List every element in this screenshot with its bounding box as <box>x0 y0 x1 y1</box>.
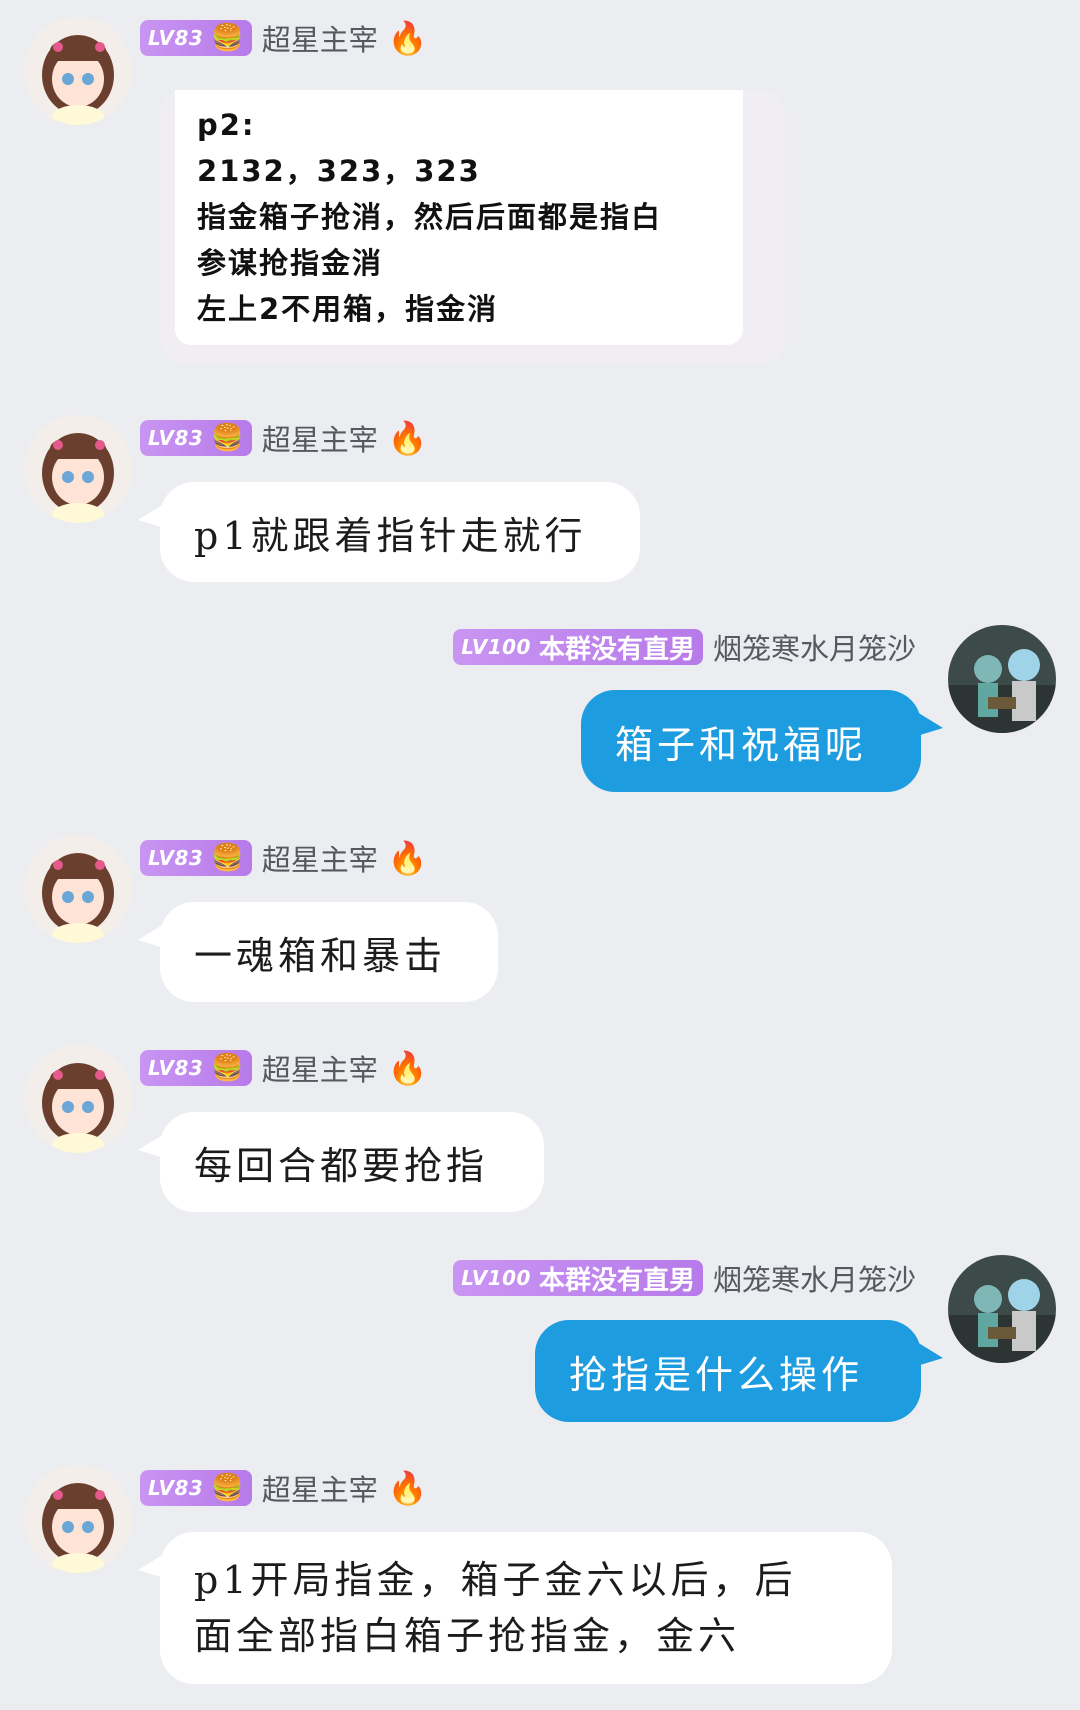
sender-name[interactable]: 烟笼寒水月笼沙 <box>713 626 916 668</box>
level-badge: LV100 本群没有直男 <box>453 1260 703 1296</box>
message-bubble[interactable]: p1开局指金，箱子金六以后，后 面全部指白箱子抢指金，金六 <box>138 1532 892 1684</box>
sender-meta: LV83 🍔 超星主宰 🔥 <box>140 838 428 878</box>
message-text: 一魂箱和暴击 <box>194 933 447 978</box>
level-badge: LV83 🍔 <box>140 420 252 456</box>
level-label: LV83 <box>148 846 204 870</box>
burger-icon: 🍔 <box>211 423 244 453</box>
message-text: 抢指是什么操作 <box>569 1352 864 1397</box>
fire-icon: 🔥 <box>387 839 428 877</box>
level-label: LV83 <box>148 1476 204 1500</box>
level-label: LV100 <box>461 635 531 659</box>
level-badge: LV83 🍔 <box>140 1050 252 1086</box>
sender-name[interactable]: 超星主宰 <box>262 17 378 59</box>
avatar-right-user[interactable] <box>948 1255 1056 1363</box>
burger-icon: 🍔 <box>211 843 244 873</box>
card-line: 2132，323，323 <box>197 154 481 188</box>
anime-girl-avatar-icon <box>24 1045 132 1153</box>
message-bubble[interactable]: p1就跟着指针走就行 <box>138 482 640 582</box>
avatar-left-user[interactable] <box>24 1465 132 1573</box>
sender-meta: LV83 🍔 超星主宰 🔥 <box>140 1468 428 1508</box>
avatar-left-user[interactable] <box>24 415 132 523</box>
burger-icon: 🍔 <box>211 23 244 53</box>
fire-icon: 🔥 <box>387 1049 428 1087</box>
level-label: LV83 <box>148 26 204 50</box>
message-bubble[interactable]: 抢指是什么操作 <box>535 1320 943 1422</box>
card-line: 参谋抢指金消 <box>197 246 384 280</box>
message-bubble[interactable]: 一魂箱和暴击 <box>138 902 498 1002</box>
bubble-tail <box>917 1342 943 1366</box>
sender-name[interactable]: 超星主宰 <box>262 837 378 879</box>
bubble-tail <box>917 712 943 736</box>
level-badge: LV83 🍔 <box>140 1470 252 1506</box>
sender-meta: LV83 🍔 超星主宰 🔥 <box>140 418 428 458</box>
sender-name[interactable]: 超星主宰 <box>262 1047 378 1089</box>
sender-meta: LV100 本群没有直男 烟笼寒水月笼沙 <box>390 627 916 667</box>
burger-icon: 🍔 <box>211 1473 244 1503</box>
sender-meta: LV100 本群没有直男 烟笼寒水月笼沙 <box>390 1258 916 1298</box>
avatar-left-user[interactable] <box>24 1045 132 1153</box>
avatar-left-user[interactable] <box>24 835 132 943</box>
message-text: p1就跟着指针走就行 <box>194 513 587 558</box>
sender-meta: LV83 🍔 超星主宰 🔥 <box>140 1048 428 1088</box>
bubble-tail <box>138 924 164 948</box>
badge-title: 本群没有直男 <box>538 1265 695 1296</box>
fire-icon: 🔥 <box>387 419 428 457</box>
sender-name[interactable]: 烟笼寒水月笼沙 <box>713 1257 916 1299</box>
message-bubble[interactable]: 每回合都要抢指 <box>138 1112 544 1212</box>
bubble-tail <box>138 1134 164 1158</box>
avatar-right-user[interactable] <box>948 625 1056 733</box>
anime-girl-avatar-icon <box>24 17 132 125</box>
sender-meta: LV83 🍔 超星主宰 🔥 <box>140 18 428 58</box>
fire-icon: 🔥 <box>387 1469 428 1507</box>
sender-name[interactable]: 超星主宰 <box>262 417 378 459</box>
bubble-tail <box>138 504 164 528</box>
message-text-block: p1开局指金，箱子金六以后，后 面全部指白箱子抢指金，金六 <box>194 1552 797 1664</box>
message-text: 箱子和祝福呢 <box>615 722 868 767</box>
card-content: p2: 2132，323，323 指金箱子抢消，然后后面都是指白 参谋抢指金消 … <box>175 90 743 345</box>
level-label: LV83 <box>148 426 204 450</box>
anime-girl-avatar-icon <box>24 835 132 943</box>
level-badge: LV83 🍔 <box>140 20 252 56</box>
anime-girl-avatar-icon <box>24 1465 132 1573</box>
cartoon-characters-avatar-icon <box>948 625 1056 733</box>
fire-icon: 🔥 <box>387 19 428 57</box>
chat-area: LV83 🍔 超星主宰 🔥 p2: 2132，323，323 指金箱子抢消，然后… <box>0 0 1080 1710</box>
card-line: 左上2不用箱，指金消 <box>197 292 499 326</box>
message-bubble[interactable]: 箱子和祝福呢 <box>581 690 943 792</box>
cartoon-characters-avatar-icon <box>948 1255 1056 1363</box>
message-text: 每回合都要抢指 <box>194 1143 489 1188</box>
level-label: LV100 <box>461 1266 531 1290</box>
anime-girl-avatar-icon <box>24 415 132 523</box>
sender-name[interactable]: 超星主宰 <box>262 1467 378 1509</box>
badge-title: 本群没有直男 <box>538 634 695 665</box>
message-card[interactable]: p2: 2132，323，323 指金箱子抢消，然后后面都是指白 参谋抢指金消 … <box>160 90 785 365</box>
bubble-tail <box>138 1554 164 1578</box>
level-badge: LV83 🍔 <box>140 840 252 876</box>
card-line: 指金箱子抢消，然后后面都是指白 <box>197 200 663 234</box>
message-text-line: p1开局指金，箱子金六以后，后 <box>194 1558 797 1602</box>
card-line: p2: <box>197 108 256 142</box>
avatar-left-user[interactable] <box>24 17 132 125</box>
level-label: LV83 <box>148 1056 204 1080</box>
message-text-line: 面全部指白箱子抢指金，金六 <box>194 1614 741 1658</box>
level-badge: LV100 本群没有直男 <box>453 629 703 665</box>
burger-icon: 🍔 <box>211 1053 244 1083</box>
